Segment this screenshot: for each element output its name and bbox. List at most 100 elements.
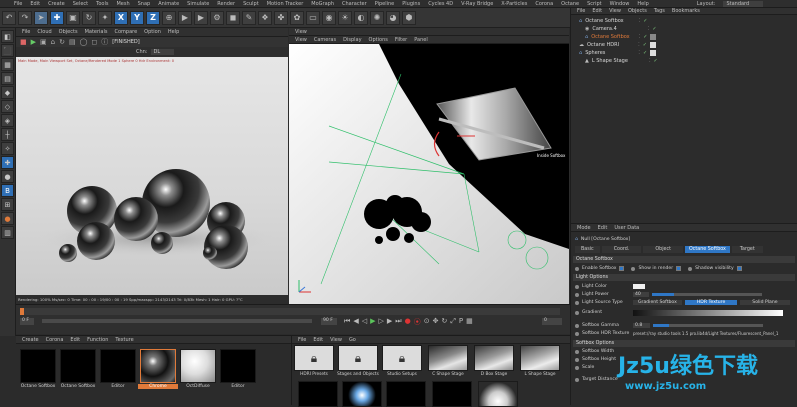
preset-thumb[interactable] (298, 381, 338, 407)
refresh-icon[interactable]: ↻ (59, 38, 65, 46)
cb-menu-go[interactable]: Go (349, 337, 356, 343)
enabled-check-icon[interactable]: ✓ (643, 34, 647, 40)
redo-icon[interactable]: ↷ (18, 10, 32, 25)
bridge-icon[interactable]: B (1, 184, 14, 197)
shadow-visibility-checkbox[interactable] (736, 266, 742, 271)
start-render-icon[interactable]: ▶ (31, 38, 36, 46)
om-menu-file[interactable]: File (577, 8, 585, 14)
visibility-dots-icon[interactable]: ⁚ (638, 42, 640, 48)
object-row[interactable]: ⌂ Octane Softbox ⁚ ✓ (571, 33, 797, 41)
pen-icon[interactable]: ✎ (242, 10, 256, 25)
environment-tag-icon[interactable] (649, 42, 656, 48)
mm-menu-create[interactable]: Create (22, 337, 39, 343)
show-in-render-checkbox[interactable] (676, 266, 682, 271)
menu-character[interactable]: Character (342, 1, 367, 7)
material-tag-icon[interactable] (650, 50, 657, 56)
stop-render-icon[interactable]: ■ (20, 38, 27, 46)
menu-window[interactable]: Window (610, 1, 630, 7)
prev-key-icon[interactable]: ◀ (353, 317, 358, 327)
visibility-dots-icon[interactable]: ⁚ (649, 58, 651, 64)
octane-icon[interactable]: ◐ (354, 10, 368, 25)
object-row[interactable]: ▲ L Shape Stage ⁚ ✓ (571, 57, 797, 65)
layout-select[interactable]: Standard (723, 0, 764, 7)
menu-render[interactable]: Render (217, 1, 235, 7)
enabled-check-icon[interactable]: ✓ (643, 50, 647, 56)
preset-thumb[interactable] (432, 381, 472, 407)
section-softbox-options[interactable]: Softbox Options (573, 340, 795, 347)
preview-range-slider[interactable] (42, 319, 312, 323)
object-row[interactable]: ◉ Camera.4 ⁚ ✓ (571, 25, 797, 33)
material-thumb[interactable] (180, 349, 216, 383)
keyframe-dot-icon[interactable] (575, 310, 579, 315)
menu-mesh[interactable]: Mesh (116, 1, 129, 7)
autokey-icon[interactable]: ⦿ (414, 317, 421, 327)
object-row[interactable]: ⌂ Spheres ⁚ ✓ (571, 49, 797, 57)
preset-thumb[interactable] (478, 381, 518, 407)
folder-stages-objects[interactable]: 🔒︎ (338, 345, 378, 371)
coordinate-system-icon[interactable]: ⊕ (162, 10, 176, 25)
tweak-icon[interactable]: ✧ (1, 142, 14, 155)
param-key-icon[interactable]: P (459, 317, 463, 327)
object-row[interactable]: ⌂ Octane Softbox ⁚ ✓ (571, 17, 797, 25)
keyframe-dot-icon[interactable] (631, 266, 636, 271)
pv-menu-help[interactable]: Help (168, 29, 179, 35)
menu-simulate[interactable]: Simulate (187, 1, 209, 7)
menu-pipeline[interactable]: Pipeline (375, 1, 395, 7)
menu-script[interactable]: Script (587, 1, 602, 7)
info-icon[interactable]: ⓘ (101, 37, 108, 47)
rotate-icon[interactable]: ↻ (82, 10, 96, 25)
camera-icon[interactable]: ◉ (322, 10, 336, 25)
y-axis-button[interactable]: Y (130, 10, 144, 25)
array-icon[interactable]: ✤ (274, 10, 288, 25)
gradient-bar[interactable] (633, 309, 783, 316)
edges-mode-icon[interactable]: ◇ (1, 100, 14, 113)
move-icon[interactable]: ✚ (50, 10, 64, 25)
menu-sculpt[interactable]: Sculpt (243, 1, 259, 7)
keyframe-selection-icon[interactable]: ⊙ (424, 317, 430, 327)
keyframe-dot-icon[interactable] (688, 266, 693, 271)
object-row[interactable]: ☁ Octane HDRI ⁚ ✓ (571, 41, 797, 49)
menu-vray-bridge[interactable]: V-Ray Bridge (461, 1, 493, 7)
clay-icon[interactable]: ◯ (80, 38, 88, 46)
enabled-check-icon[interactable]: ✓ (652, 26, 656, 32)
menu-mograph[interactable]: MoGraph (311, 1, 334, 7)
light-icon[interactable]: ☀ (338, 10, 352, 25)
pv-menu-file[interactable]: File (22, 29, 30, 35)
menu-octane[interactable]: Octane (561, 1, 579, 7)
render-settings-icon[interactable]: ⚙ (210, 10, 224, 25)
keyframe-dot-icon[interactable] (575, 300, 579, 305)
enabled-check-icon[interactable]: ✓ (643, 18, 647, 24)
light-power-slider[interactable] (651, 293, 762, 296)
axis-icon[interactable]: ┼ (1, 128, 14, 141)
visibility-dots-icon[interactable]: ⁚ (648, 26, 650, 32)
lst-solid-plane[interactable]: Solid Plane (740, 300, 790, 305)
grid-key-icon[interactable]: ▦ (466, 317, 473, 327)
keyframe-dot-icon[interactable] (575, 357, 579, 362)
lock-workplane-icon[interactable]: ⊞ (1, 198, 14, 211)
am-menu-user-data[interactable]: User Data (614, 225, 639, 231)
viewport-tab[interactable]: View (295, 29, 307, 35)
enabled-check-icon[interactable]: ✓ (643, 42, 647, 48)
material-thumb[interactable] (20, 349, 56, 383)
om-menu-bookmarks[interactable]: Bookmarks (672, 8, 700, 14)
render-view-icon[interactable]: ▶ (178, 10, 192, 25)
pv-menu-materials[interactable]: Materials (85, 29, 108, 35)
enable-softbox-checkbox[interactable] (619, 266, 625, 271)
go-to-start-icon[interactable]: ⏮ (344, 317, 350, 327)
timeline-ruler[interactable] (20, 308, 560, 315)
menu-edit[interactable]: Edit (30, 1, 40, 7)
viewport-scene[interactable]: Inside Softbox (289, 44, 569, 304)
pv-menu-objects[interactable]: Objects (59, 29, 78, 35)
keyframe-dot-icon[interactable] (575, 323, 579, 328)
menu-help[interactable]: Help (637, 1, 648, 7)
lst-gradient-softbox[interactable]: Gradient Softbox (633, 300, 682, 305)
model-mode-icon[interactable]: ⬛ (1, 44, 14, 57)
keyframe-dot-icon[interactable] (575, 349, 579, 354)
vp-menu-cameras[interactable]: Cameras (314, 37, 336, 43)
mm-menu-edit[interactable]: Edit (70, 337, 80, 343)
tab-coord[interactable]: Coord. (601, 246, 642, 253)
menu-xparticles[interactable]: X-Particles (501, 1, 527, 7)
keyframe-dot-icon[interactable] (575, 331, 579, 336)
xparticles-icon[interactable]: ✺ (370, 10, 384, 25)
cb-menu-edit[interactable]: Edit (313, 337, 323, 343)
